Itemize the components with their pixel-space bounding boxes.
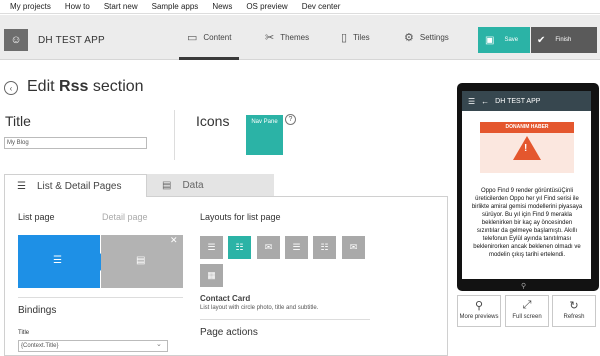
list-layout-icon: ☰ bbox=[53, 255, 62, 266]
selected-layout-name: Contact Card bbox=[200, 294, 251, 303]
page-title-suffix: section bbox=[92, 78, 144, 95]
app-logo-icon: ☺ bbox=[4, 29, 28, 51]
nav-dev-center[interactable]: Dev center bbox=[302, 2, 341, 11]
search-icon: ⚲ bbox=[521, 283, 527, 290]
back-button[interactable]: ‹ bbox=[4, 81, 18, 95]
article-text: Oppo Find 9 render görüntüsüÇinli üretic… bbox=[471, 188, 583, 258]
photo-icon: ✉ bbox=[349, 242, 358, 252]
contact-list-icon: ☷ bbox=[235, 242, 244, 252]
detail-layout-icon: ▤ bbox=[136, 255, 146, 266]
tiles-icon: ▯ bbox=[341, 32, 348, 44]
nav-os-preview[interactable]: OS preview bbox=[246, 2, 287, 11]
save-button[interactable]: ▣ Save bbox=[478, 27, 530, 53]
layout-option-grid[interactable]: ▦ bbox=[200, 264, 223, 287]
gear-icon: ⚙ bbox=[404, 32, 414, 44]
tab-list-detail-pages[interactable]: ☰ List & Detail Pages bbox=[4, 174, 147, 197]
page-actions-heading: Page actions bbox=[200, 327, 258, 338]
nav-how-to[interactable]: How to bbox=[65, 2, 90, 11]
tab-content-label: Content bbox=[203, 33, 232, 42]
list-icon: ☰ bbox=[207, 242, 216, 252]
tab-list-detail-label: List & Detail Pages bbox=[36, 180, 122, 192]
tab-themes[interactable]: ✂ Themes bbox=[265, 15, 309, 60]
check-icon: ✔ bbox=[537, 34, 546, 46]
layout-option-contact-card[interactable]: ☷ bbox=[228, 236, 251, 259]
tab-settings[interactable]: ⚙ Settings bbox=[404, 15, 449, 60]
tab-content[interactable]: ▭ Content bbox=[178, 15, 240, 60]
tab-tiles-label: Tiles bbox=[353, 33, 370, 42]
full-screen-label: Full screen bbox=[512, 314, 542, 320]
search-icon: ⚲ bbox=[474, 300, 484, 312]
nav-pane-icon-tile[interactable]: Nav Pane bbox=[246, 115, 283, 155]
image-icon: ✉ bbox=[264, 242, 273, 252]
refresh-icon: ↻ bbox=[569, 300, 579, 312]
finish-label: Finish bbox=[555, 37, 572, 43]
layout-option-list[interactable]: ☰ bbox=[200, 236, 223, 259]
tab-tiles[interactable]: ▯ Tiles bbox=[341, 15, 370, 60]
nav-sample-apps[interactable]: Sample apps bbox=[152, 2, 199, 11]
previous-arrow-icon[interactable]: ❮ bbox=[466, 183, 474, 194]
list-page-label[interactable]: List page bbox=[18, 212, 55, 222]
grid-icon: ▦ bbox=[207, 270, 216, 280]
layout-option-thumbnail-list[interactable]: ☷ bbox=[313, 236, 336, 259]
tab-settings-label: Settings bbox=[419, 33, 449, 42]
page-title-section: Rss bbox=[59, 78, 89, 95]
brush-icon: ✂ bbox=[265, 32, 275, 44]
tab-data-label: Data bbox=[182, 180, 204, 191]
bindings-heading: Bindings bbox=[18, 305, 57, 316]
detail-page-label[interactable]: Detail page bbox=[102, 212, 148, 222]
more-previews-label: More previews bbox=[459, 314, 499, 320]
phone-app-title: DH TEST APP bbox=[495, 97, 541, 105]
list-page-thumbnail[interactable]: ☰ bbox=[18, 235, 100, 288]
panel-border bbox=[147, 196, 448, 197]
content-icon: ▭ bbox=[187, 32, 198, 44]
nav-start-new[interactable]: Start new bbox=[104, 2, 138, 11]
top-nav: My projects How to Start new Sample apps… bbox=[0, 0, 600, 14]
layout-option-grid-list[interactable]: ☰ bbox=[285, 236, 308, 259]
nav-my-projects[interactable]: My projects bbox=[10, 2, 51, 11]
tab-themes-label: Themes bbox=[280, 33, 310, 42]
close-icon[interactable]: ✕ bbox=[170, 235, 178, 246]
document-icon: ▤ bbox=[162, 180, 172, 191]
thumbnail-list-icon: ☷ bbox=[320, 242, 329, 252]
refresh-button[interactable]: ↻ Refresh bbox=[552, 295, 596, 327]
layout-option-photo[interactable]: ✉ bbox=[342, 236, 365, 259]
selected-layout-description: List layout with circle photo, title and… bbox=[200, 305, 319, 311]
page-title: Edit Rss section bbox=[27, 78, 144, 96]
more-previews-button[interactable]: ⚲ More previews bbox=[457, 295, 501, 327]
divider bbox=[200, 319, 370, 320]
help-icon[interactable]: ? bbox=[285, 114, 296, 125]
save-label: Save bbox=[504, 37, 519, 43]
page-title-prefix: Edit bbox=[27, 78, 55, 95]
article-image: DONANIM HABER ! bbox=[480, 122, 574, 173]
app-bar: ☺ DH TEST APP ▭ Content ✂ Themes ▯ Tiles… bbox=[0, 15, 600, 60]
app-name: DH TEST APP bbox=[38, 35, 105, 46]
divider bbox=[18, 297, 183, 298]
finish-button[interactable]: ✔ Finish bbox=[531, 27, 597, 53]
back-arrow-icon: ← bbox=[481, 96, 490, 106]
save-icon: ▣ bbox=[485, 34, 495, 46]
chevron-down-icon[interactable]: ⌄ bbox=[156, 340, 162, 348]
binding-title-select[interactable]: {Context.Title} bbox=[18, 340, 168, 352]
title-input[interactable]: My Blog bbox=[4, 137, 147, 149]
layout-option-image[interactable]: ✉ bbox=[257, 236, 280, 259]
divider bbox=[174, 110, 175, 160]
next-arrow-icon[interactable]: ❯ bbox=[583, 183, 591, 194]
phone-app-header: ☰ ← DH TEST APP bbox=[462, 91, 591, 111]
binding-title-label: Title bbox=[18, 330, 30, 336]
hamburger-icon: ☰ bbox=[468, 96, 476, 106]
list-icon: ☰ bbox=[17, 180, 26, 192]
refresh-label: Refresh bbox=[563, 314, 585, 320]
tab-data[interactable]: ▤ Data bbox=[147, 174, 274, 197]
chevron-left-icon: ‹ bbox=[9, 83, 13, 93]
layouts-heading: Layouts for list page bbox=[200, 212, 281, 222]
full-screen-button[interactable]: ⤢ Full screen bbox=[505, 295, 549, 327]
grid-list-icon: ☰ bbox=[292, 242, 301, 252]
nav-news[interactable]: News bbox=[212, 2, 232, 11]
title-label: Title bbox=[5, 113, 31, 129]
article-image-brand: DONANIM HABER bbox=[480, 122, 574, 133]
fullscreen-icon: ⤢ bbox=[522, 299, 532, 311]
icons-label: Icons bbox=[196, 113, 230, 129]
warning-mark: ! bbox=[524, 143, 528, 154]
phone-screen: ☰ ← DH TEST APP DONANIM HABER ! Oppo Fin… bbox=[462, 91, 591, 279]
